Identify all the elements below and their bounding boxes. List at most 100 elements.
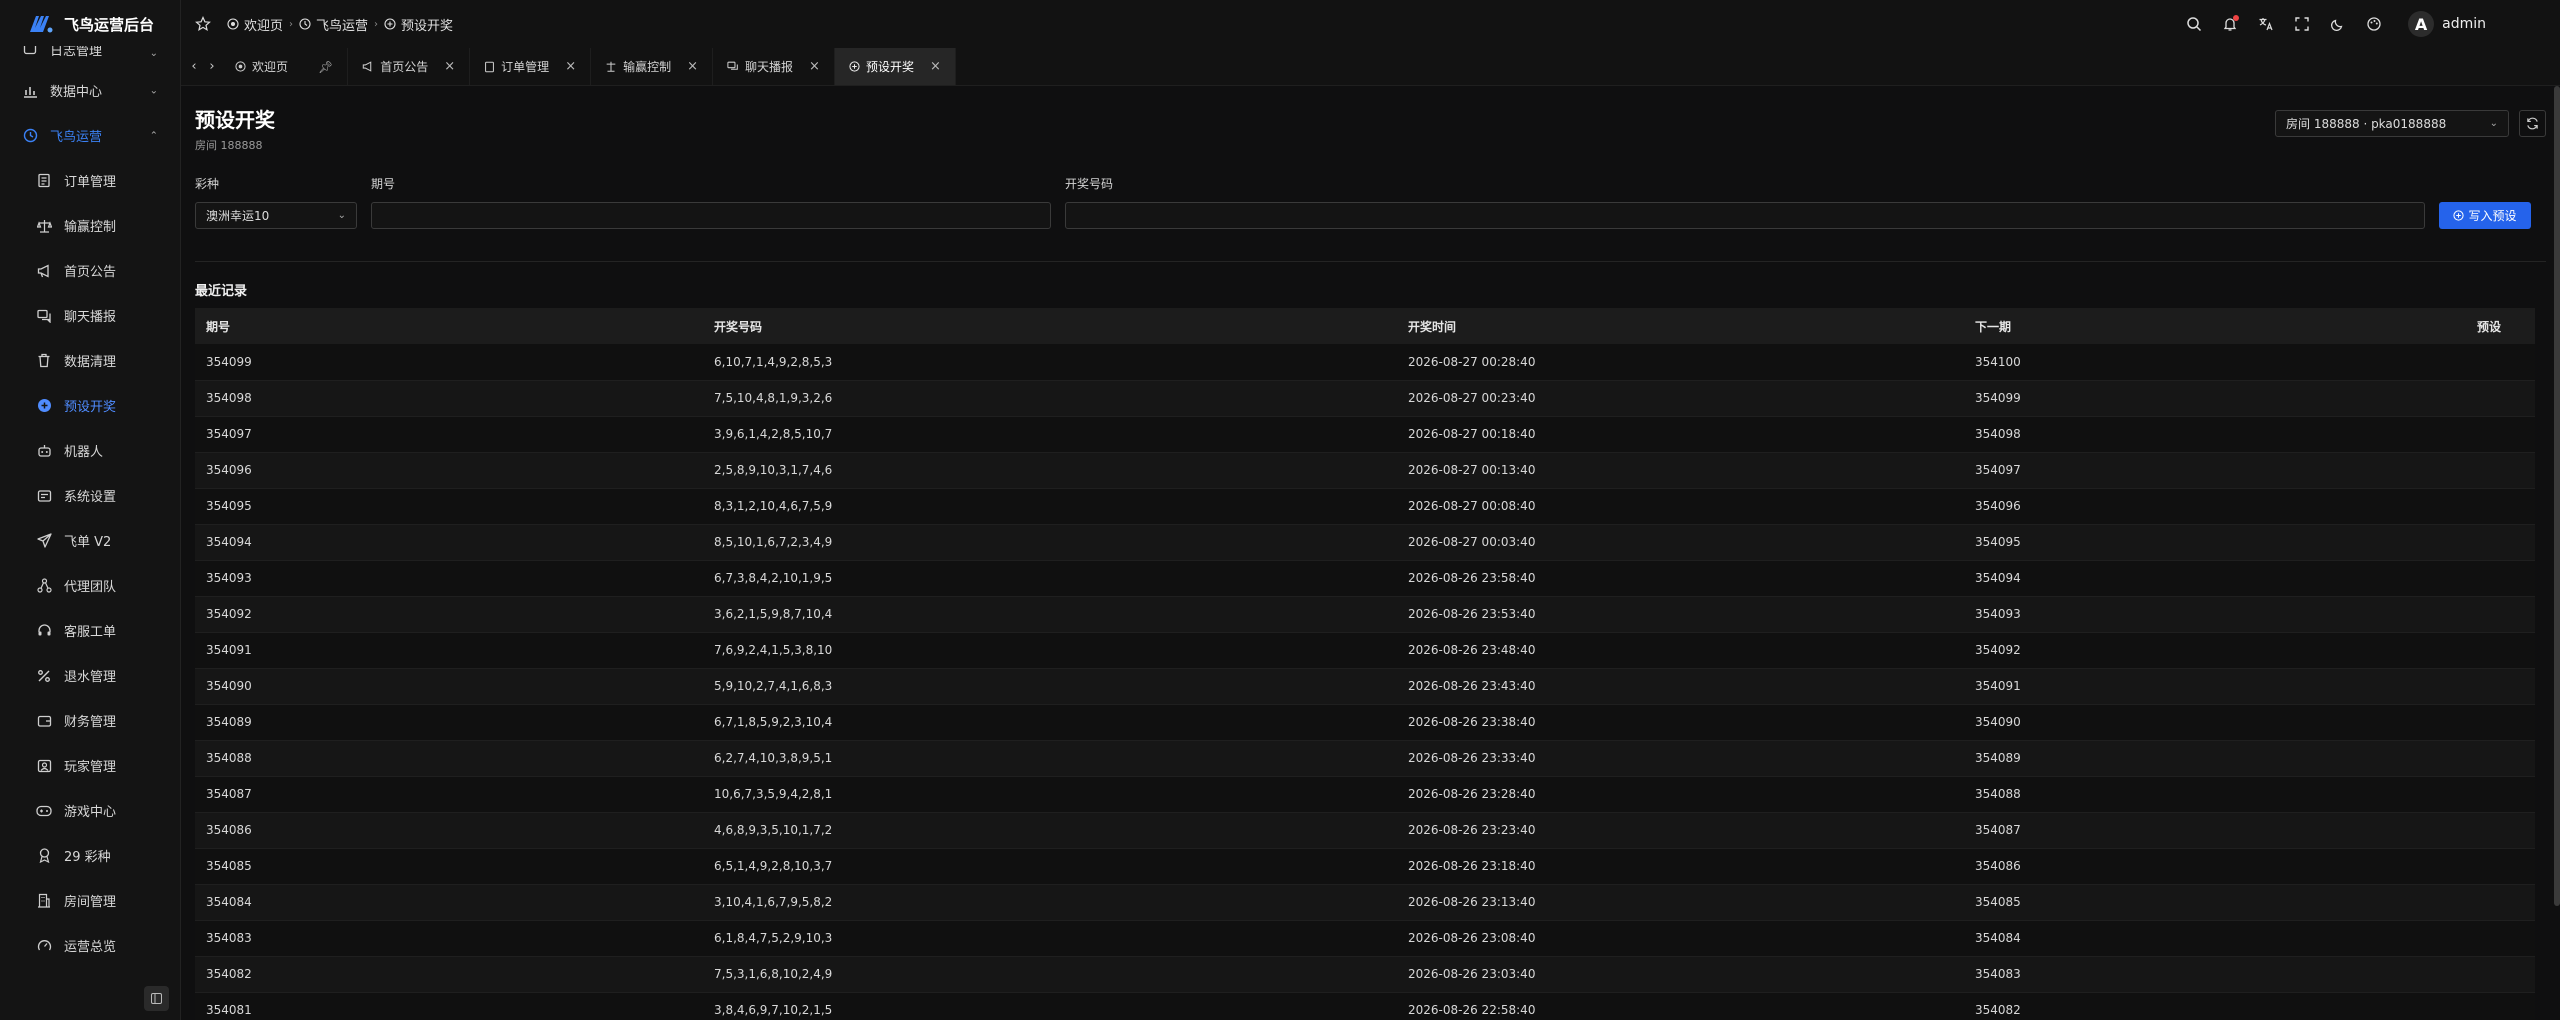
issue-input[interactable] bbox=[371, 202, 1051, 229]
pin-icon[interactable]: 📌︎ bbox=[318, 60, 333, 74]
sidebar-item-robot[interactable]: 机器人 bbox=[0, 428, 180, 473]
table-row[interactable]: 354096 2,5,8,9,10,3,1,7,4,6 2026-08-27 00:… bbox=[195, 452, 2535, 489]
numbers-input[interactable] bbox=[1065, 202, 2425, 229]
tab-scroll-left-icon[interactable]: ‹ bbox=[185, 48, 203, 85]
table-row[interactable]: 354083 6,1,8,4,7,5,2,9,10,3 2026-08-26 23:… bbox=[195, 920, 2535, 957]
table-cell bbox=[2404, 884, 2535, 921]
sidebar: 飞鸟运营后台 日志管理 ⌄ 数据中心 ⌄ 飞鸟运营 ⌃ 订单管理 输赢控制 首页… bbox=[0, 0, 181, 1020]
table-row[interactable]: 354085 6,5,1,4,9,2,8,10,3,7 2026-08-26 23:… bbox=[195, 848, 2535, 885]
table-cell: 354086 bbox=[1964, 848, 2404, 885]
sidebar-item-logs[interactable]: 日志管理 ⌄ bbox=[0, 46, 180, 68]
plus-circle-icon bbox=[36, 398, 52, 414]
moon-icon[interactable] bbox=[2328, 14, 2348, 34]
lottery-select[interactable]: 澳洲幸运10 ⌄ bbox=[195, 202, 357, 229]
table-cell: 2026-08-27 00:08:40 bbox=[1397, 488, 1964, 525]
sidebar-item-players[interactable]: 玩家管理 bbox=[0, 743, 180, 788]
table-cell: 4,6,8,9,3,5,10,1,7,2 bbox=[703, 812, 1397, 849]
logo[interactable]: 飞鸟运营后台 bbox=[0, 0, 180, 48]
bell-icon[interactable] bbox=[2220, 14, 2240, 34]
table-cell bbox=[2404, 992, 2535, 1020]
table-cell: 354097 bbox=[1964, 452, 2404, 489]
column-header[interactable]: 下一期 bbox=[1964, 308, 2404, 344]
tab-win-loss[interactable]: 输赢控制 × bbox=[591, 48, 714, 85]
close-icon[interactable]: × bbox=[930, 59, 941, 74]
table-row[interactable]: 354090 5,9,10,2,7,4,1,6,8,3 2026-08-26 23:… bbox=[195, 668, 2535, 705]
tab-scroll-right-icon[interactable]: › bbox=[203, 48, 221, 85]
sidebar-collapse-button[interactable] bbox=[144, 986, 169, 1011]
table-row[interactable]: 354084 3,10,4,1,6,7,9,5,8,2 2026-08-26 23:… bbox=[195, 884, 2535, 921]
table-cell bbox=[2404, 560, 2535, 597]
table-row[interactable]: 354097 3,9,6,1,4,2,8,5,10,7 2026-08-27 00:… bbox=[195, 416, 2535, 453]
search-icon[interactable] bbox=[2184, 14, 2204, 34]
sidebar-item-finance[interactable]: 财务管理 bbox=[0, 698, 180, 743]
avatar: A bbox=[2408, 11, 2435, 37]
table-cell: 354097 bbox=[195, 416, 703, 453]
tab-welcome[interactable]: 欢迎页 📌︎ bbox=[221, 48, 349, 85]
sidebar-item-ops-overview[interactable]: 运营总览 bbox=[0, 923, 180, 968]
table-row[interactable]: 354087 10,6,7,3,5,9,4,2,8,1 2026-08-26 23:… bbox=[195, 776, 2535, 813]
notification-badge bbox=[2233, 15, 2240, 21]
sidebar-item-feiniao-ops[interactable]: 飞鸟运营 ⌃ bbox=[0, 113, 180, 158]
write-preset-button[interactable]: 写入预设 bbox=[2439, 202, 2531, 229]
table-row[interactable]: 354091 7,6,9,2,4,1,5,3,8,10 2026-08-26 23:… bbox=[195, 632, 2535, 669]
table-cell: 2026-08-26 23:28:40 bbox=[1397, 776, 1964, 813]
sidebar-item-game-center[interactable]: 游戏中心 bbox=[0, 788, 180, 833]
breadcrumb-item-welcome[interactable]: 欢迎页 bbox=[227, 15, 283, 34]
table-cell: 354085 bbox=[1964, 884, 2404, 921]
sidebar-item-chat-broadcast[interactable]: 聊天播报 bbox=[0, 293, 180, 338]
table-row[interactable]: 354092 3,6,2,1,5,9,8,7,10,4 2026-08-26 23:… bbox=[195, 596, 2535, 633]
breadcrumb-item-ops[interactable]: 飞鸟运营 bbox=[299, 15, 368, 34]
palette-icon[interactable] bbox=[2364, 14, 2384, 34]
table-row[interactable]: 354095 8,3,1,2,10,4,6,7,5,9 2026-08-27 00:… bbox=[195, 488, 2535, 525]
table-cell: 354085 bbox=[195, 848, 703, 885]
table-cell: 354092 bbox=[1964, 632, 2404, 669]
tab-orders[interactable]: 订单管理 × bbox=[470, 48, 592, 85]
close-icon[interactable]: × bbox=[565, 59, 576, 74]
sidebar-item-rebate[interactable]: 退水管理 bbox=[0, 653, 180, 698]
column-header[interactable]: 预设 bbox=[2404, 308, 2535, 344]
scale-icon bbox=[36, 218, 52, 234]
sidebar-item-announcements[interactable]: 首页公告 bbox=[0, 248, 180, 293]
close-icon[interactable]: × bbox=[687, 59, 698, 74]
top-header: 欢迎页 › 飞鸟运营 › 预设开奖 A admin bbox=[181, 0, 2560, 48]
tab-preset-draw[interactable]: 预设开奖 × bbox=[834, 48, 956, 85]
column-header[interactable]: 期号 bbox=[195, 308, 703, 344]
close-icon[interactable]: × bbox=[809, 59, 820, 74]
table-row[interactable]: 354082 7,5,3,1,6,8,10,2,4,9 2026-08-26 23:… bbox=[195, 956, 2535, 993]
user-menu[interactable]: A admin bbox=[2408, 11, 2486, 37]
users-icon bbox=[36, 758, 52, 774]
gauge-icon bbox=[36, 938, 52, 954]
sidebar-item-support-tickets[interactable]: 客服工单 bbox=[0, 608, 180, 653]
table-row[interactable]: 354089 6,7,1,8,5,9,2,3,10,4 2026-08-26 23:… bbox=[195, 704, 2535, 741]
headset-icon bbox=[36, 623, 52, 639]
sidebar-item-rooms[interactable]: 房间管理 bbox=[0, 878, 180, 923]
table-row[interactable]: 354086 4,6,8,9,3,5,10,1,7,2 2026-08-26 23:… bbox=[195, 812, 2535, 849]
table-row[interactable]: 354093 6,7,3,8,4,2,10,1,9,5 2026-08-26 23:… bbox=[195, 560, 2535, 597]
sidebar-item-lottery-types[interactable]: 29 彩种 bbox=[0, 833, 180, 878]
table-row[interactable]: 354081 3,8,4,6,9,7,10,2,1,5 2026-08-26 22:… bbox=[195, 992, 2535, 1020]
sidebar-item-orders[interactable]: 订单管理 bbox=[0, 158, 180, 203]
room-select[interactable]: 房间 188888 · pka0188888 ⌄ bbox=[2275, 110, 2509, 137]
sidebar-item-system-settings[interactable]: 系统设置 bbox=[0, 473, 180, 518]
sidebar-item-agent-team[interactable]: 代理团队 bbox=[0, 563, 180, 608]
sidebar-item-preset-draw[interactable]: 预设开奖 bbox=[0, 383, 180, 428]
sidebar-item-data-center[interactable]: 数据中心 ⌄ bbox=[0, 68, 180, 113]
sidebar-item-win-loss[interactable]: 输赢控制 bbox=[0, 203, 180, 248]
table-row[interactable]: 354099 6,10,7,1,4,9,2,8,5,3 2026-08-27 00:… bbox=[195, 344, 2535, 381]
column-header[interactable]: 开奖时间 bbox=[1397, 308, 1964, 344]
table-row[interactable]: 354094 8,5,10,1,6,7,2,3,4,9 2026-08-27 00:… bbox=[195, 524, 2535, 561]
sidebar-item-feidan-v2[interactable]: 飞单 V2 bbox=[0, 518, 180, 563]
translate-icon[interactable] bbox=[2256, 14, 2276, 34]
fullscreen-icon[interactable] bbox=[2292, 14, 2312, 34]
tab-chat-broadcast[interactable]: 聊天播报 × bbox=[713, 48, 835, 85]
refresh-button[interactable] bbox=[2519, 110, 2546, 137]
table-row[interactable]: 354098 7,5,10,4,8,1,9,3,2,6 2026-08-27 00:… bbox=[195, 380, 2535, 417]
close-icon[interactable]: × bbox=[444, 59, 455, 74]
vertical-scrollbar[interactable] bbox=[2554, 86, 2560, 906]
star-icon[interactable] bbox=[193, 14, 213, 34]
column-header[interactable]: 开奖号码 bbox=[703, 308, 1397, 344]
tab-announcements[interactable]: 首页公告 × bbox=[348, 48, 471, 85]
sidebar-item-data-cleanup[interactable]: 数据清理 bbox=[0, 338, 180, 383]
table-row[interactable]: 354088 6,2,7,4,10,3,8,9,5,1 2026-08-26 23:… bbox=[195, 740, 2535, 777]
table-cell: 354084 bbox=[1964, 920, 2404, 957]
